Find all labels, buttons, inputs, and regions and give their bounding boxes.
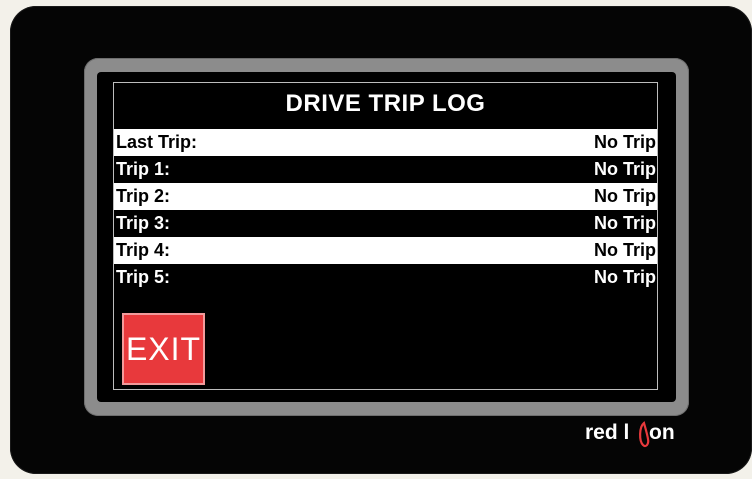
trip-label: Trip 5: xyxy=(116,267,171,287)
exit-button[interactable]: EXIT xyxy=(122,313,205,385)
trip-label: Trip 1: xyxy=(116,159,171,179)
svg-text:on: on xyxy=(649,421,675,444)
trip-label: Trip 2: xyxy=(116,186,171,206)
trip-row-1: Trip 1: No Trip xyxy=(114,156,657,183)
display-screen: DRIVE TRIP LOG Last Trip: No Trip Trip 1… xyxy=(97,72,676,402)
trip-status: No Trip xyxy=(594,240,656,260)
trip-row-last: Last Trip: No Trip xyxy=(114,129,657,156)
trip-log-panel: DRIVE TRIP LOG Last Trip: No Trip Trip 1… xyxy=(113,82,658,390)
trip-row-4: Trip 4: No Trip xyxy=(114,237,657,264)
trip-status: No Trip xyxy=(594,267,656,287)
trip-row-5: Trip 5: No Trip xyxy=(114,264,657,291)
trip-status: No Trip xyxy=(594,213,656,233)
trip-label: Trip 3: xyxy=(116,213,171,233)
trip-status: No Trip xyxy=(594,186,656,206)
page-title: DRIVE TRIP LOG xyxy=(285,90,486,117)
trip-list: Last Trip: No Trip Trip 1: No Trip Trip … xyxy=(114,129,657,291)
red-lion-logo-icon: red l on xyxy=(585,421,675,448)
trip-status: No Trip xyxy=(594,159,656,179)
red-lion-logo: red l on xyxy=(585,418,685,448)
trip-label: Last Trip: xyxy=(116,132,198,152)
trip-row-3: Trip 3: No Trip xyxy=(114,210,657,237)
hmi-device: DRIVE TRIP LOG Last Trip: No Trip Trip 1… xyxy=(10,6,752,474)
trip-status: No Trip xyxy=(594,132,656,152)
screen-bezel: DRIVE TRIP LOG Last Trip: No Trip Trip 1… xyxy=(84,58,689,416)
trip-label: Trip 4: xyxy=(116,240,171,260)
trip-row-2: Trip 2: No Trip xyxy=(114,183,657,210)
svg-text:red l: red l xyxy=(585,421,629,444)
